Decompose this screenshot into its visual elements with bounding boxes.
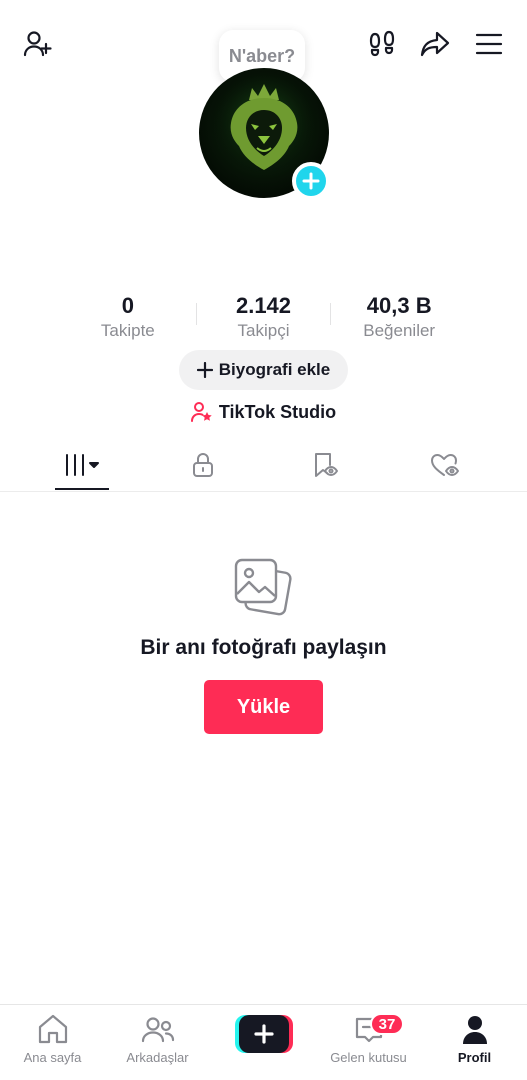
inbox-badge: 37 (370, 1013, 404, 1035)
add-bio-button[interactable]: Biyografi ekle (179, 350, 348, 390)
profile-tabs (0, 440, 527, 492)
footprints-icon (369, 30, 395, 57)
share-button[interactable] (417, 26, 453, 62)
add-friend-icon (23, 31, 52, 57)
tab-private[interactable] (148, 440, 258, 490)
nav-label: Gelen kutusu (330, 1050, 407, 1065)
stat-value: 2.142 (235, 293, 292, 318)
tab-videos[interactable] (27, 440, 137, 490)
photos-icon (234, 558, 292, 616)
heart-eye-icon (431, 454, 459, 476)
stat-divider (330, 303, 331, 325)
share-icon (420, 31, 450, 57)
tab-active-indicator (55, 488, 109, 490)
create-icon (254, 1024, 274, 1044)
tab-liked[interactable] (390, 440, 500, 490)
stat-value: 0 (121, 293, 134, 318)
create-button[interactable] (235, 1015, 293, 1053)
grid-icon (66, 454, 99, 476)
nav-profile[interactable]: Profil (422, 1005, 527, 1077)
studio-icon (190, 402, 212, 422)
stat-label: Takipte (100, 321, 155, 340)
stat-followers[interactable]: 2.142 Takipçi (196, 293, 332, 343)
tab-saved[interactable] (269, 440, 379, 490)
add-avatar-button[interactable] (292, 162, 330, 200)
bottom-nav: Ana sayfa Arkadaşlar Gelen kutusu 37 Pro… (0, 1004, 527, 1080)
plus-icon (302, 172, 320, 190)
nav-label: Arkadaşlar (126, 1050, 189, 1065)
profile-icon (462, 1016, 487, 1044)
nav-inbox[interactable]: Gelen kutusu (316, 1005, 421, 1077)
home-icon (38, 1014, 67, 1044)
nav-label: Profil (457, 1050, 492, 1065)
stat-label: Takipçi (237, 321, 290, 340)
stat-label: Beğeniler (363, 321, 436, 340)
nav-home[interactable]: Ana sayfa (0, 1005, 105, 1077)
menu-icon (475, 33, 503, 55)
bookmark-eye-icon (315, 453, 338, 477)
stat-divider (196, 303, 197, 325)
footprints-button[interactable] (364, 26, 400, 62)
friends-icon (141, 1017, 174, 1043)
nav-label: Ana sayfa (23, 1050, 82, 1065)
stat-likes[interactable]: 40,3 B Beğeniler (331, 293, 467, 343)
status-bubble-text: N'aber? (228, 45, 296, 66)
tiktok-studio-label: TikTok Studio (218, 401, 337, 422)
add-friend-button[interactable] (20, 26, 56, 62)
upload-button-label: Yükle (236, 695, 291, 718)
stat-value: 40,3 B (366, 293, 432, 318)
plus-icon (196, 362, 213, 378)
upload-button[interactable]: Yükle (204, 680, 323, 734)
tiktok-studio-link[interactable]: TikTok Studio (0, 399, 527, 425)
empty-state-title: Bir anı fotoğrafı paylaşın (140, 636, 387, 659)
nav-friends[interactable]: Arkadaşlar (105, 1005, 210, 1077)
add-bio-label: Biyografi ekle (218, 360, 331, 379)
profile-stats: 0 Takipte 2.142 Takipçi 40,3 B Beğeniler (60, 293, 467, 343)
stat-following[interactable]: 0 Takipte (60, 293, 196, 343)
lock-icon (193, 453, 213, 477)
menu-button[interactable] (471, 26, 507, 62)
